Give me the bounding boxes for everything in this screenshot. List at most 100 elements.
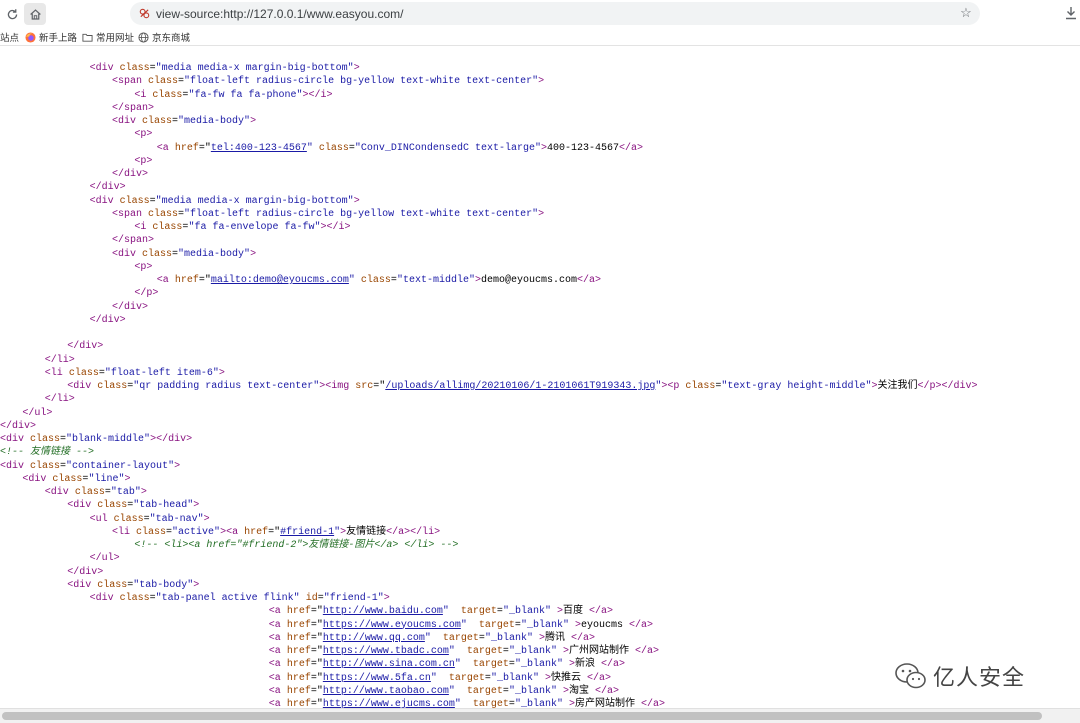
source-link[interactable]: http://www.baidu.com [323, 606, 443, 617]
source-line: <div class="tab-head"> [67, 499, 199, 512]
source-token: > [383, 593, 390, 604]
source-line: </span> [112, 234, 154, 247]
address-bar[interactable]: view-source:http://127.0.0.1/www.easyou.… [130, 2, 980, 25]
reload-button[interactable] [1, 3, 23, 25]
bookmark-sites[interactable]: 站点 [0, 30, 19, 44]
source-token: =" [373, 381, 386, 392]
source-token: href [286, 632, 311, 644]
source-token: href [286, 659, 311, 671]
source-link[interactable]: https://www.tbadc.com [323, 646, 449, 657]
source-token: <li [112, 526, 137, 538]
source-token: "_blank" [520, 619, 569, 631]
source-line: <a href="https://www.ejucms.com" target=… [269, 698, 665, 708]
source-token: </div> [0, 420, 37, 432]
download-icon[interactable] [1063, 4, 1079, 22]
source-line: <p> [134, 128, 152, 141]
source-token: </div> [89, 182, 126, 194]
source-token: "text-gray height-middle" [721, 381, 872, 392]
source-line: </li> [45, 354, 75, 367]
home-button[interactable] [24, 3, 46, 25]
source-token: "float-left radius-circle bg-yellow text… [184, 76, 539, 88]
source-link[interactable]: https://www.ejucms.com [323, 699, 455, 708]
source-token: <li [44, 367, 69, 379]
source-token: <ul [89, 513, 114, 525]
source-link[interactable]: http://www.sina.com.cn [323, 659, 455, 670]
source-token: class [119, 195, 150, 207]
source-token: class [30, 434, 61, 445]
source-line: <span class="float-left radius-circle bg… [112, 75, 544, 88]
source-token: target [472, 659, 509, 671]
horizontal-scrollbar[interactable] [0, 708, 1080, 723]
source-token [467, 620, 479, 631]
wechat-icon [895, 663, 926, 689]
source-line: <div class="media-body"> [112, 248, 256, 261]
scrollbar-thumb[interactable] [2, 712, 1042, 720]
source-line: </div> [67, 340, 103, 353]
source-line: <a href="https://www.eyoucms.com" target… [269, 619, 653, 632]
source-token: 淘宝 [568, 685, 595, 697]
source-line: <a href="http://www.taobao.com" target="… [269, 685, 619, 698]
source-code-view: <div class="media media-x margin-big-bot… [0, 62, 1080, 708]
source-token: </div> [112, 301, 149, 313]
source-token: <div [22, 473, 53, 485]
bookmark-common-sites[interactable]: 常用网址 [82, 30, 134, 44]
source-token: </a> [629, 619, 654, 631]
source-token: class [148, 76, 179, 88]
source-token: > [353, 63, 360, 74]
source-token: "blank-middle" [66, 434, 151, 445]
firefox-icon [25, 31, 36, 43]
source-token: <a [268, 699, 287, 708]
source-line: </div> [90, 314, 126, 327]
source-token: "_blank" [508, 685, 557, 697]
source-link[interactable]: https://www.5fa.cn [323, 673, 431, 684]
source-token: "text-middle" [396, 275, 475, 286]
source-token: class [30, 460, 61, 472]
source-token: "media media-x margin-big-bottom" [155, 195, 354, 207]
source-line: <span class="float-left radius-circle bg… [112, 208, 544, 221]
source-token [437, 673, 449, 684]
source-token: class [142, 116, 173, 127]
source-token: "tab-head" [133, 500, 194, 512]
source-token: "tab-body" [133, 579, 194, 591]
source-link[interactable]: /uploads/allimg/20210106/1-2101061T91934… [385, 381, 655, 392]
source-token: "container-layout" [66, 460, 175, 472]
source-token: 友情链接 [346, 526, 387, 538]
url-text[interactable]: view-source:http://127.0.0.1/www.easyou.… [156, 7, 403, 21]
source-link[interactable]: tel:400-123-4567 [211, 143, 307, 154]
source-token: "active" [172, 526, 221, 538]
source-link[interactable]: http://www.qq.com [323, 633, 425, 644]
source-token: ></i> [302, 89, 333, 101]
source-token: > [203, 513, 210, 525]
source-token: <a [156, 275, 175, 286]
source-token: href [174, 275, 199, 286]
source-line: <li class="float-left item-6"> [45, 367, 225, 380]
source-line: <a href="mailto:demo@eyoucms.com" class=… [157, 274, 601, 287]
bookmark-label: 京东商城 [152, 33, 191, 44]
source-token: </a> [576, 275, 601, 286]
source-token: </a> [571, 632, 596, 644]
source-line: <a href="http://www.baidu.com" target="_… [269, 605, 613, 618]
source-token: <div [112, 116, 143, 127]
source-token: 新浪 [574, 659, 601, 671]
source-token: <div [112, 248, 143, 260]
source-link[interactable]: http://www.taobao.com [323, 686, 449, 697]
source-token: <i [134, 89, 153, 101]
source-token: class [360, 275, 391, 286]
source-token: "line" [88, 473, 125, 485]
source-token: href [286, 619, 311, 631]
bookmark-star-icon[interactable]: ☆ [958, 5, 974, 21]
source-token: =" [310, 619, 323, 631]
source-link[interactable]: mailto:demo@eyoucms.com [211, 275, 349, 286]
bookmark-getting-started[interactable]: 新手上路 [25, 30, 77, 44]
source-token: <!-- <li><a href="#friend-2">友情链接-图片</a>… [134, 540, 459, 551]
site-info-icon[interactable] [138, 8, 150, 20]
source-link[interactable]: #friend-1 [280, 527, 334, 538]
source-link[interactable]: https://www.eyoucms.com [323, 620, 461, 631]
source-token: > [193, 579, 200, 591]
source-line: <div class="blank-middle"></div> [0, 433, 192, 446]
source-token: </a></li> [386, 526, 441, 538]
source-token: </div> [112, 169, 149, 180]
bookmark-jd-mall[interactable]: 京东商城 [138, 30, 190, 44]
source-token: class [74, 487, 105, 498]
source-token: </div> [67, 341, 104, 353]
